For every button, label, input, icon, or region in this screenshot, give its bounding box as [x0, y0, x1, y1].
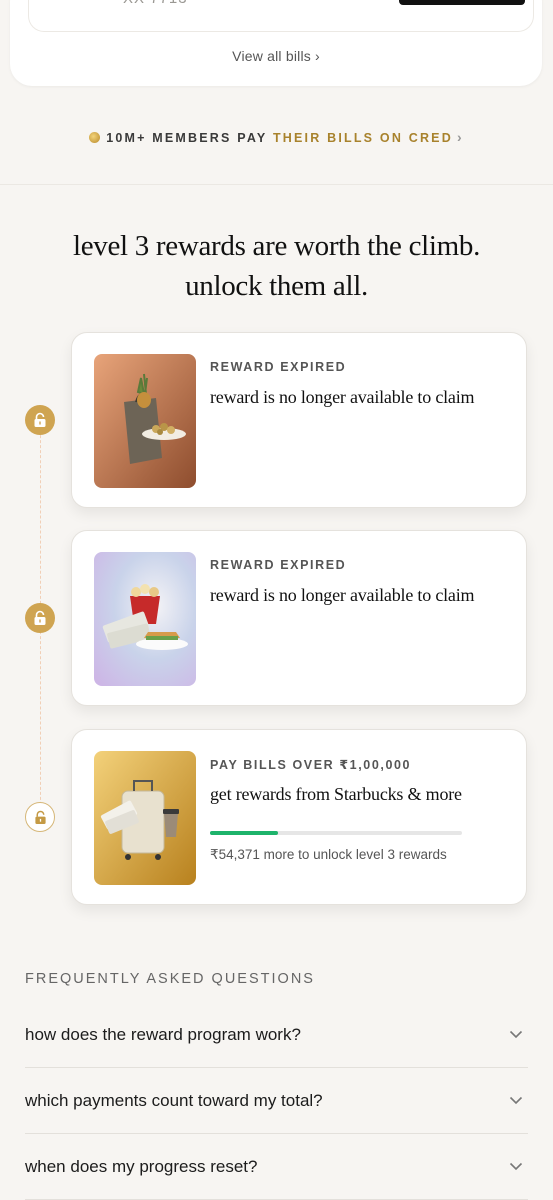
reward-status-label: REWARD EXPIRED [210, 558, 347, 572]
reward-card[interactable]: REWARD EXPIRED reward is no longer avail… [71, 332, 527, 508]
faq-item[interactable]: when does my progress reset? [25, 1134, 528, 1200]
view-all-bills-link[interactable]: View all bills › [10, 48, 542, 64]
account-number: XX 7713 [123, 0, 188, 10]
members-text: 10M+ MEMBERS PAY [106, 131, 268, 145]
lock-icon [25, 802, 55, 832]
headline-line-2: unlock them all. [185, 270, 368, 302]
lock-icon [25, 603, 55, 633]
bills-card: XX 7713 View all bills› [10, 0, 542, 86]
reward-card[interactable]: PAY BILLS OVER ₹1,00,000 get rewards fro… [71, 729, 527, 905]
faq-item[interactable]: which payments count toward my total? [25, 1068, 528, 1134]
popcorn-shopping-bag-image [94, 354, 196, 488]
reward-progress-text: ₹54,371 more to unlock level 3 rewards [210, 847, 447, 862]
movie-tickets-popcorn-sandwich-image [94, 552, 196, 686]
reward-description: reward is no longer available to claim [210, 387, 475, 407]
faq-heading: FREQUENTLY ASKED QUESTIONS [25, 971, 315, 987]
reward-progress-bar [210, 831, 462, 835]
view-all-bills-label: View all bills [232, 48, 311, 64]
reward-description: reward is no longer available to claim [210, 585, 475, 605]
coin-icon [89, 132, 101, 143]
lock-icon [25, 405, 55, 435]
members-banner[interactable]: 10M+ MEMBERS PAY THEIR BILLS ON CRED › [0, 129, 553, 145]
reward-status-label: REWARD EXPIRED [210, 360, 347, 374]
reward-status-label: PAY BILLS OVER ₹1,00,000 [210, 758, 412, 772]
rewards-headline: level 3 rewards are worth the climb. unl… [0, 226, 553, 306]
reward-description: get rewards from Starbucks & more [210, 784, 462, 804]
faq-item[interactable]: how does the reward program work? [25, 1002, 528, 1068]
pay-now-button[interactable] [399, 0, 525, 5]
travel-suitcase-coffee-image [94, 751, 196, 885]
chevron-down-icon [509, 1162, 523, 1171]
chevron-right-icon: › [456, 129, 464, 145]
faq-question: which payments count toward my total? [25, 1090, 323, 1110]
chevron-right-icon: › [314, 48, 320, 64]
headline-line-1: level 3 rewards are worth the climb. [72, 230, 481, 262]
reward-card[interactable]: REWARD EXPIRED reward is no longer avail… [71, 530, 527, 706]
section-divider [0, 184, 553, 185]
bill-row[interactable]: XX 7713 [28, 0, 534, 32]
faq-question: when does my progress reset? [25, 1156, 258, 1176]
chevron-down-icon [509, 1096, 523, 1105]
faq-question: how does the reward program work? [25, 1024, 301, 1044]
members-text-highlight: THEIR BILLS ON CRED [272, 131, 453, 145]
reward-progress-fill [210, 831, 279, 835]
chevron-down-icon [509, 1030, 523, 1039]
